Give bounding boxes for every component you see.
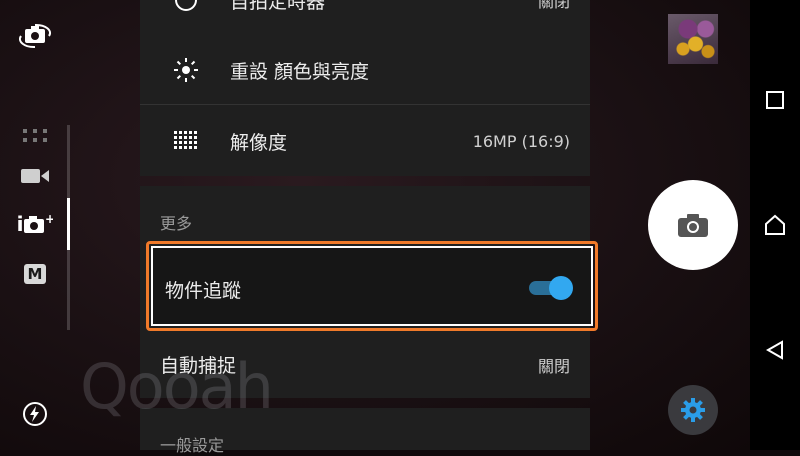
object-tracking-row[interactable]: 物件追蹤 [151,246,593,326]
superior-auto-icon: + [24,213,53,233]
more-modes-icon [23,129,47,142]
settings-button[interactable] [668,385,718,435]
more-modes-button[interactable] [12,116,58,156]
shutter-button[interactable] [648,180,738,270]
reset-color-brightness-label: 重設 顏色與亮度 [230,60,370,83]
home-button[interactable] [750,200,800,250]
self-timer-label: 自拍定時器 [230,0,326,13]
object-tracking-toggle[interactable] [529,276,573,300]
settings-card-top: 自拍定時器 關閉 重設 顏色與亮度 解像度 16MP (16:9) [140,0,590,176]
video-icon [21,169,49,183]
flash-auto-icon [23,402,47,426]
resolution-value: 16MP (16:9) [472,131,570,151]
object-tracking-highlight: 物件追蹤 [146,241,598,331]
brightness-icon [172,56,200,84]
resolution-label: 解像度 [230,131,288,154]
recent-apps-button[interactable] [750,75,800,125]
toggle-knob [549,276,573,300]
switch-camera-button[interactable] [12,16,58,56]
object-tracking-label: 物件追蹤 [165,280,242,302]
home-icon [765,214,785,235]
superior-auto-button[interactable]: i + [12,204,58,244]
self-timer-icon [172,0,200,14]
camera-mode-rail: i + M [0,0,70,450]
back-button[interactable] [750,325,800,375]
back-icon [765,340,783,360]
auto-capture-value: 關閉 [537,356,570,376]
gear-icon [681,398,705,422]
resolution-row[interactable]: 解像度 16MP (16:9) [140,106,590,176]
manual-mode-button[interactable]: M [12,254,58,294]
video-mode-button[interactable] [12,156,58,196]
section-header-general: 一般設定 [160,436,225,455]
navigation-bar [750,0,800,450]
watermark-logo: Qooah [80,350,274,423]
mode-rail-indicator [67,198,70,250]
section-header-more: 更多 [160,214,193,233]
recent-apps-icon [766,91,784,109]
manual-mode-icon: M [24,264,46,284]
superior-auto-label: i [16,212,24,236]
self-timer-value: 關閉 [537,0,570,11]
flash-button[interactable] [12,394,58,434]
divider [140,104,590,105]
resolution-grid-icon [172,127,200,155]
camera-icon [678,214,708,237]
reset-color-brightness-row[interactable]: 重設 顏色與亮度 [140,36,590,104]
self-timer-row[interactable]: 自拍定時器 關閉 [140,0,590,20]
last-photo-thumbnail[interactable] [668,14,718,64]
svg-text:+: + [45,213,53,226]
switch-camera-icon [18,23,52,49]
